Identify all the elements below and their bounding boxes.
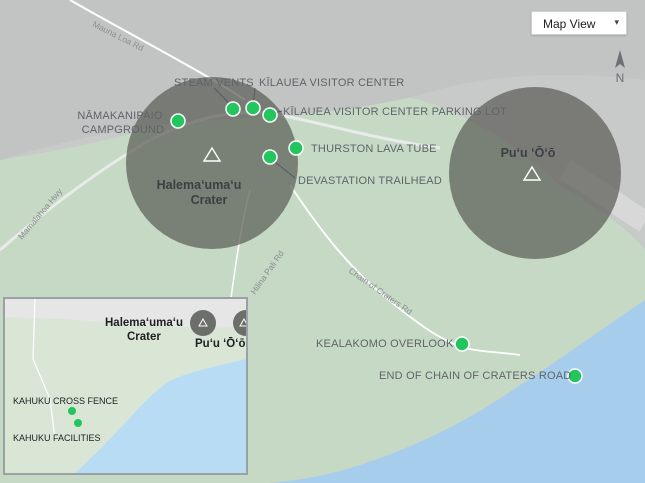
poi-steam-vents[interactable] — [225, 101, 241, 117]
label-end-chain: END OF CHAIN OF CRATERS ROAD — [379, 370, 571, 382]
inset-puu-oo-label: Pu‘u ‘Ō‘ō — [195, 338, 245, 350]
label-devastation: DEVASTATION TRAILHEAD — [298, 175, 442, 187]
label-namakanipaio-line1: NĀMAKANIPAIO — [77, 110, 163, 122]
label-steam-vents: STEAM VENTS — [174, 77, 254, 89]
label-namakanipaio-line2: CAMPGROUND — [82, 124, 165, 136]
compass-label: N — [616, 71, 625, 85]
poi-devastation[interactable] — [262, 149, 278, 165]
map-view-dropdown[interactable]: Map View ▾ — [531, 11, 627, 35]
label-thurston: THURSTON LAVA TUBE — [311, 143, 437, 155]
chevron-down-icon: ▾ — [614, 17, 619, 27]
inset-poi-kahuku-facilities[interactable] — [74, 419, 82, 427]
puu-oo-label: Pu‘u ‘Ō‘ō — [501, 146, 556, 160]
halemaumau-label-line2: Crater — [191, 193, 228, 207]
inset-halemaumau-line2: Crater — [127, 331, 161, 343]
inset-halemaumau-circle — [190, 310, 216, 336]
label-parking-lot: KĪLAUEA VISITOR CENTER PARKING LOT — [283, 106, 507, 118]
poi-parking-lot[interactable] — [262, 107, 278, 123]
compass-north-icon: N — [615, 50, 625, 85]
map-view-label: Map View — [543, 17, 596, 31]
poi-visitor-center[interactable] — [245, 100, 261, 116]
inset-map[interactable]: Halema‘uma‘u Crater Pu‘u ‘Ō‘ō KAHUKU CRO… — [3, 297, 248, 475]
poi-thurston[interactable] — [288, 140, 304, 156]
inset-halemaumau-line1: Halema‘uma‘u — [105, 317, 183, 329]
halemaumau-label-line1: Halema‘uma‘u — [157, 178, 242, 192]
label-kealakomo: KEALAKOMO OVERLOOK — [316, 338, 454, 350]
label-visitor-center: KĪLAUEA VISITOR CENTER — [259, 77, 404, 89]
inset-label-kahuku-facilities: KAHUKU FACILITIES — [13, 433, 101, 443]
inset-poi-kahuku-cross-fence[interactable] — [68, 407, 76, 415]
inset-label-kahuku-cross-fence: KAHUKU CROSS FENCE — [13, 396, 118, 406]
poi-namakanipaio[interactable] — [170, 113, 186, 129]
poi-kealakomo[interactable] — [454, 336, 470, 352]
